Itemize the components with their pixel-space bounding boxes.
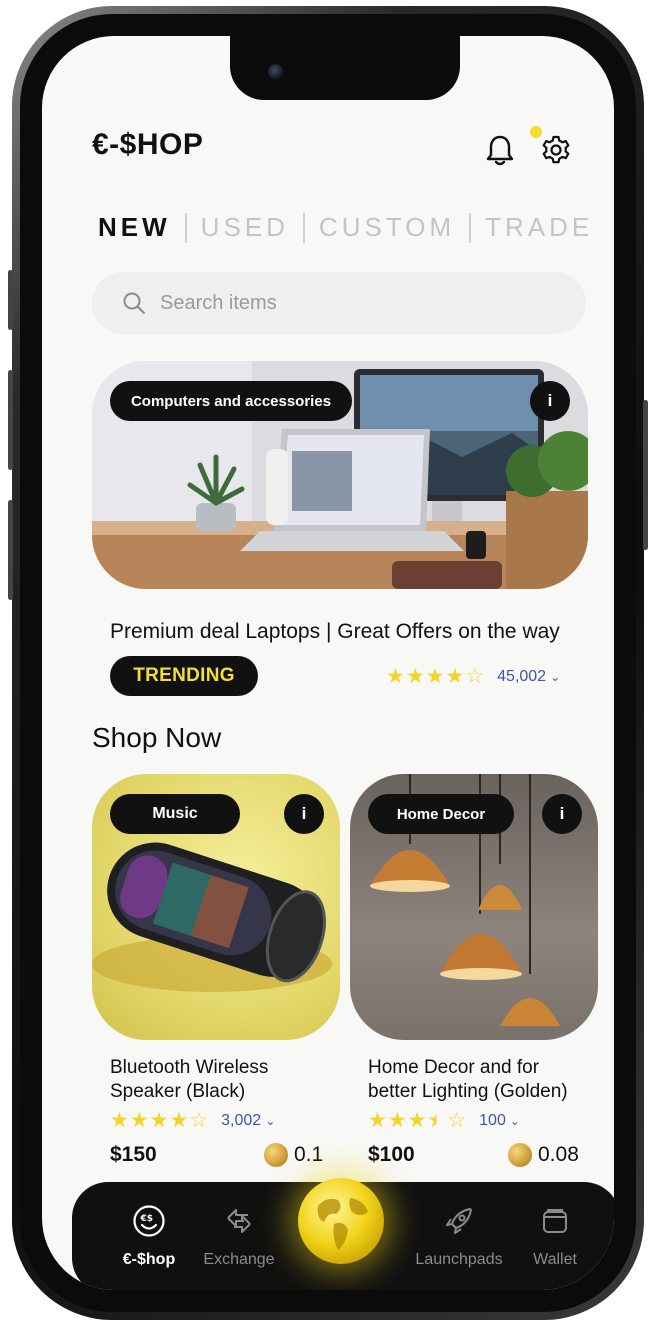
notch (230, 36, 460, 100)
category-tabs: NEW USED CUSTOM TRADE (98, 212, 593, 243)
star-filled-icon: ★ (387, 1109, 407, 1132)
nav-item-launchpads[interactable]: Launchpads (404, 1204, 514, 1269)
tab-divider (469, 212, 472, 243)
review-count[interactable]: 45,002 (497, 668, 546, 686)
nav-item-shop[interactable]: €$ €-$hop (104, 1204, 194, 1269)
coin-price-value: 0.1 (294, 1143, 324, 1166)
product-rating: ★ ★ ★ ★ ☆ 100 ⌄ (368, 1110, 520, 1131)
rocket-icon (446, 1208, 472, 1234)
product-price: $150 (110, 1143, 157, 1166)
silent-switch (8, 270, 13, 330)
phone-bezel: €-$HOP NEW USED CUSTOM TRADE Search item… (20, 14, 636, 1312)
featured-banner[interactable]: Computers and accessories i (92, 361, 588, 589)
power-button (643, 400, 648, 550)
product-card-image[interactable]: Home Decor i (350, 774, 598, 1040)
svg-text:€$: €$ (140, 1214, 154, 1224)
volume-down-button (8, 500, 13, 600)
nav-item-wallet[interactable]: Wallet (510, 1204, 600, 1269)
product-rating: ★ ★ ★ ★ ☆ 3,002 ⌄ (110, 1110, 275, 1131)
product-title[interactable]: Home Decor and for better Lighting (Gold… (368, 1056, 568, 1104)
exchange-arrows-icon (227, 1209, 251, 1233)
phone-frame: €-$HOP NEW USED CUSTOM TRADE Search item… (12, 6, 644, 1320)
nav-item-exchange[interactable]: Exchange (194, 1204, 284, 1269)
tab-divider (184, 212, 187, 243)
nav-label: Wallet (533, 1251, 577, 1268)
coin-price: 0.1 (264, 1143, 323, 1167)
tab-trade[interactable]: TRADE (485, 212, 593, 243)
info-button[interactable]: i (542, 794, 582, 834)
category-badge[interactable]: Computers and accessories (110, 381, 352, 421)
review-count[interactable]: 3,002 (221, 1112, 261, 1130)
category-badge[interactable]: Music (110, 794, 240, 834)
bottom-navigation: €$ €-$hop Exchange Launchpads Wallet (72, 1178, 614, 1290)
star-filled-icon: ★ (368, 1109, 387, 1132)
star-filled-icon: ★ (129, 1109, 149, 1132)
settings-button[interactable] (538, 132, 574, 168)
star-filled-icon: ★ (445, 665, 465, 688)
trending-badge: TRENDING (110, 656, 258, 696)
app-screen: €-$HOP NEW USED CUSTOM TRADE Search item… (42, 36, 614, 1290)
tab-custom[interactable]: CUSTOM (319, 212, 455, 243)
info-button[interactable]: i (530, 381, 570, 421)
tab-used[interactable]: USED (201, 212, 289, 243)
bell-icon (486, 135, 514, 166)
product-price: $100 (368, 1143, 415, 1166)
front-camera (268, 64, 284, 80)
review-count[interactable]: 100 (479, 1112, 506, 1130)
product-title[interactable]: Bluetooth Wireless Speaker (Black) (110, 1056, 268, 1104)
chevron-down-icon[interactable]: ⌄ (265, 1114, 275, 1128)
search-icon (123, 292, 145, 314)
product-title-line: Speaker (Black) (110, 1081, 246, 1102)
star-filled-icon: ★ (425, 665, 445, 688)
nav-label: Launchpads (415, 1251, 503, 1268)
gear-icon (542, 135, 570, 164)
coin-icon (264, 1143, 288, 1167)
product-title-line: Bluetooth Wireless (110, 1057, 269, 1078)
star-filled-icon: ★ (407, 1109, 427, 1132)
search-bar[interactable] (92, 272, 586, 334)
app-logo-title: €-$HOP (92, 128, 204, 161)
featured-title[interactable]: Premium deal Laptops | Great Offers on t… (110, 620, 560, 644)
nav-label: €-$hop (122, 1251, 176, 1268)
star-empty-icon: ☆ (189, 1109, 209, 1132)
coin-icon (508, 1143, 532, 1167)
tab-new[interactable]: NEW (98, 212, 171, 243)
star-half-icon: ★ (427, 1109, 447, 1132)
globe-button[interactable] (298, 1178, 384, 1264)
volume-up-button (8, 370, 13, 470)
star-filled-icon: ★ (169, 1109, 189, 1132)
coin-price: 0.08 (508, 1143, 579, 1167)
tab-divider (302, 212, 305, 243)
star-filled-icon: ★ (110, 1109, 129, 1132)
star-filled-icon: ★ (386, 665, 405, 688)
star-filled-icon: ★ (405, 665, 425, 688)
product-card-image[interactable]: Music i (92, 774, 340, 1040)
product-title-line: Home Decor and for (368, 1057, 540, 1078)
notifications-button[interactable] (482, 132, 518, 168)
globe-icon (317, 1198, 368, 1250)
category-badge[interactable]: Home Decor (368, 794, 514, 834)
wallet-icon (543, 1209, 567, 1233)
coin-price-value: 0.08 (538, 1143, 579, 1166)
star-empty-icon: ☆ (465, 665, 485, 688)
smiley-dollar-icon: €$ (133, 1205, 165, 1237)
section-title: Shop Now (92, 722, 222, 753)
chevron-down-icon[interactable]: ⌄ (550, 670, 560, 684)
star-empty-icon: ☆ (447, 1109, 467, 1132)
star-filled-icon: ★ (149, 1109, 169, 1132)
chevron-down-icon[interactable]: ⌄ (510, 1114, 520, 1128)
featured-rating: ★ ★ ★ ★ ☆ 45,002 ⌄ (386, 666, 560, 687)
info-button[interactable]: i (284, 794, 324, 834)
search-input[interactable] (160, 291, 540, 315)
nav-label: Exchange (203, 1251, 275, 1268)
product-title-line: better Lighting (Golden) (368, 1081, 568, 1102)
